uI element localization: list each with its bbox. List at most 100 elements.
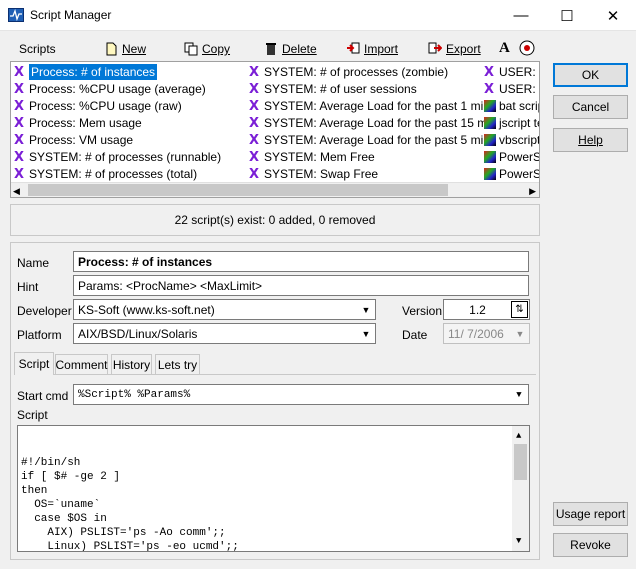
scroll-up-icon[interactable]: ▲: [516, 429, 521, 443]
ok-button[interactable]: OK: [553, 63, 628, 87]
script-list-item[interactable]: X USER: #: [484, 81, 539, 97]
font-icon[interactable]: A: [499, 40, 510, 57]
script-type-icon: [484, 100, 496, 112]
script-list-item[interactable]: X SYSTEM: Average Load for the past 5 min: [249, 132, 490, 148]
scroll-left-icon[interactable]: ◀: [13, 186, 20, 197]
developer-label: Developer: [17, 304, 72, 318]
version-value: 1.2: [469, 302, 486, 317]
script-list-item[interactable]: X Process: VM usage: [14, 132, 133, 148]
name-field[interactable]: Process: # of instances: [73, 251, 529, 272]
script-list-item-label: SYSTEM: # of processes (runnable): [29, 150, 222, 164]
script-list-item[interactable]: X SYSTEM: # of user sessions: [249, 81, 417, 97]
script-list-item[interactable]: jscript te: [484, 115, 539, 131]
script-list-item[interactable]: X Process: # of instances: [14, 64, 158, 80]
maximize-button[interactable]: ☐: [544, 0, 590, 31]
chevron-down-icon[interactable]: ▼: [358, 325, 374, 342]
script-list-item-label: Process: VM usage: [29, 133, 134, 147]
scroll-right-icon[interactable]: ▶: [529, 186, 536, 197]
x-script-icon: X: [484, 81, 495, 97]
script-list-item[interactable]: X SYSTEM: Average Load for the past 15 mi…: [249, 115, 497, 131]
chevron-down-icon: ▼: [515, 328, 525, 339]
script-list-item[interactable]: X Process: Mem usage: [14, 115, 142, 131]
script-list-item[interactable]: X SYSTEM: Swap Free: [249, 166, 378, 182]
platform-value: AIX/BSD/Linux/Solaris: [78, 326, 198, 341]
scroll-down-icon[interactable]: ▼: [516, 534, 521, 548]
script-list-item-label: Process: %CPU usage (raw): [29, 99, 182, 113]
app-icon: [8, 8, 24, 22]
new-label: New: [122, 42, 147, 56]
script-list-item-label: SYSTEM: Average Load for the past 5 min: [264, 133, 490, 147]
script-list-item[interactable]: X Process: %CPU usage (average): [14, 81, 206, 97]
vertical-scrollbar[interactable]: ▲ ▼: [512, 426, 529, 551]
date-value: 11/ 7/2006: [448, 326, 504, 341]
x-script-icon: X: [249, 98, 260, 114]
x-script-icon: X: [249, 64, 260, 80]
copy-button[interactable]: Copy: [184, 40, 230, 58]
version-field[interactable]: 1.2 ⇅: [443, 299, 530, 320]
script-editor[interactable]: #!/bin/sh if [ $# -ge 2 ] then OS=`uname…: [17, 425, 530, 552]
script-list-item[interactable]: PowerSh: [484, 166, 539, 182]
help-button[interactable]: Help: [553, 128, 628, 152]
export-button[interactable]: Export: [428, 40, 481, 58]
usage-report-button[interactable]: Usage report: [553, 502, 628, 526]
scroll-thumb[interactable]: [28, 184, 448, 196]
script-list-item-label: SYSTEM: # of user sessions: [264, 82, 417, 96]
scroll-thumb[interactable]: [514, 444, 527, 480]
x-script-icon: X: [14, 115, 25, 131]
script-list-item-label: SYSTEM: Average Load for the past 1 min: [264, 99, 490, 113]
close-button[interactable]: ✕: [590, 0, 636, 31]
import-label: Import: [364, 42, 399, 56]
scripts-label: Scripts: [19, 42, 56, 56]
script-list-item-label: USER: #: [499, 65, 539, 79]
x-script-icon: X: [14, 166, 25, 182]
hint-field[interactable]: Params: <ProcName> <MaxLimit>: [73, 275, 529, 296]
script-list-item-label: Process: %CPU usage (average): [29, 82, 206, 96]
window-title: Script Manager: [30, 8, 112, 22]
x-script-icon: X: [14, 81, 25, 97]
script-list-item[interactable]: PowerSh: [484, 149, 539, 165]
script-list-item[interactable]: X USER: #: [484, 64, 539, 80]
revoke-button[interactable]: Revoke: [553, 533, 628, 557]
script-list-item[interactable]: vbscript: [484, 132, 540, 148]
script-list-item[interactable]: X SYSTEM: # of processes (runnable): [14, 149, 221, 165]
x-script-icon: X: [14, 132, 25, 148]
palette-icon[interactable]: [519, 40, 535, 56]
platform-combo[interactable]: AIX/BSD/Linux/Solaris ▼: [73, 323, 376, 344]
script-list-item-label: bat scrip: [499, 99, 540, 113]
script-list-item[interactable]: bat scrip: [484, 98, 540, 114]
script-list-item[interactable]: X SYSTEM: Mem Free: [249, 149, 375, 165]
export-label: Export: [446, 42, 481, 56]
script-list-item[interactable]: X SYSTEM: # of processes (total): [14, 166, 197, 182]
delete-button[interactable]: Delete: [264, 40, 317, 58]
chevron-down-icon[interactable]: ▼: [511, 386, 527, 403]
horizontal-scrollbar[interactable]: ◀ ▶: [11, 182, 539, 197]
scripts-list[interactable]: X Process: # of instances X Process: %CPU u…: [10, 61, 540, 198]
tab-divider: [14, 374, 536, 375]
new-button[interactable]: New: [104, 40, 146, 58]
delete-label: Delete: [282, 42, 317, 56]
start-cmd-value: %Script% %Params%: [78, 388, 191, 401]
tab-comment[interactable]: Comment: [55, 354, 108, 374]
spin-arrows-icon[interactable]: ⇅: [511, 301, 528, 318]
status-box: 22 script(s) exist: 0 added, 0 removed: [10, 204, 540, 236]
chevron-down-icon[interactable]: ▼: [358, 301, 374, 318]
script-list-item[interactable]: X SYSTEM: # of processes (zombie): [249, 64, 448, 80]
export-icon: [428, 42, 442, 54]
status-text: 22 script(s) exist: 0 added, 0 removed: [174, 213, 376, 227]
x-script-icon: X: [484, 64, 495, 80]
tab-lets-try[interactable]: Lets try: [155, 354, 200, 374]
version-label: Version: [402, 304, 443, 318]
script-list-item-label: vbscript: [499, 133, 540, 147]
import-button[interactable]: Import: [346, 40, 398, 58]
platform-label: Platform: [17, 328, 62, 342]
cancel-button[interactable]: Cancel: [553, 95, 628, 119]
minimize-button[interactable]: —: [498, 0, 544, 31]
title-bar: Script Manager — ☐ ✕: [0, 0, 636, 31]
developer-combo[interactable]: KS-Soft (www.ks-soft.net) ▼: [73, 299, 376, 320]
tab-history[interactable]: History: [111, 354, 152, 374]
tab-script[interactable]: Script: [14, 352, 54, 375]
start-cmd-combo[interactable]: %Script% %Params% ▼: [73, 384, 529, 405]
script-list-item[interactable]: X SYSTEM: Average Load for the past 1 min: [249, 98, 490, 114]
x-script-icon: X: [249, 149, 260, 165]
script-list-item[interactable]: X Process: %CPU usage (raw): [14, 98, 182, 114]
